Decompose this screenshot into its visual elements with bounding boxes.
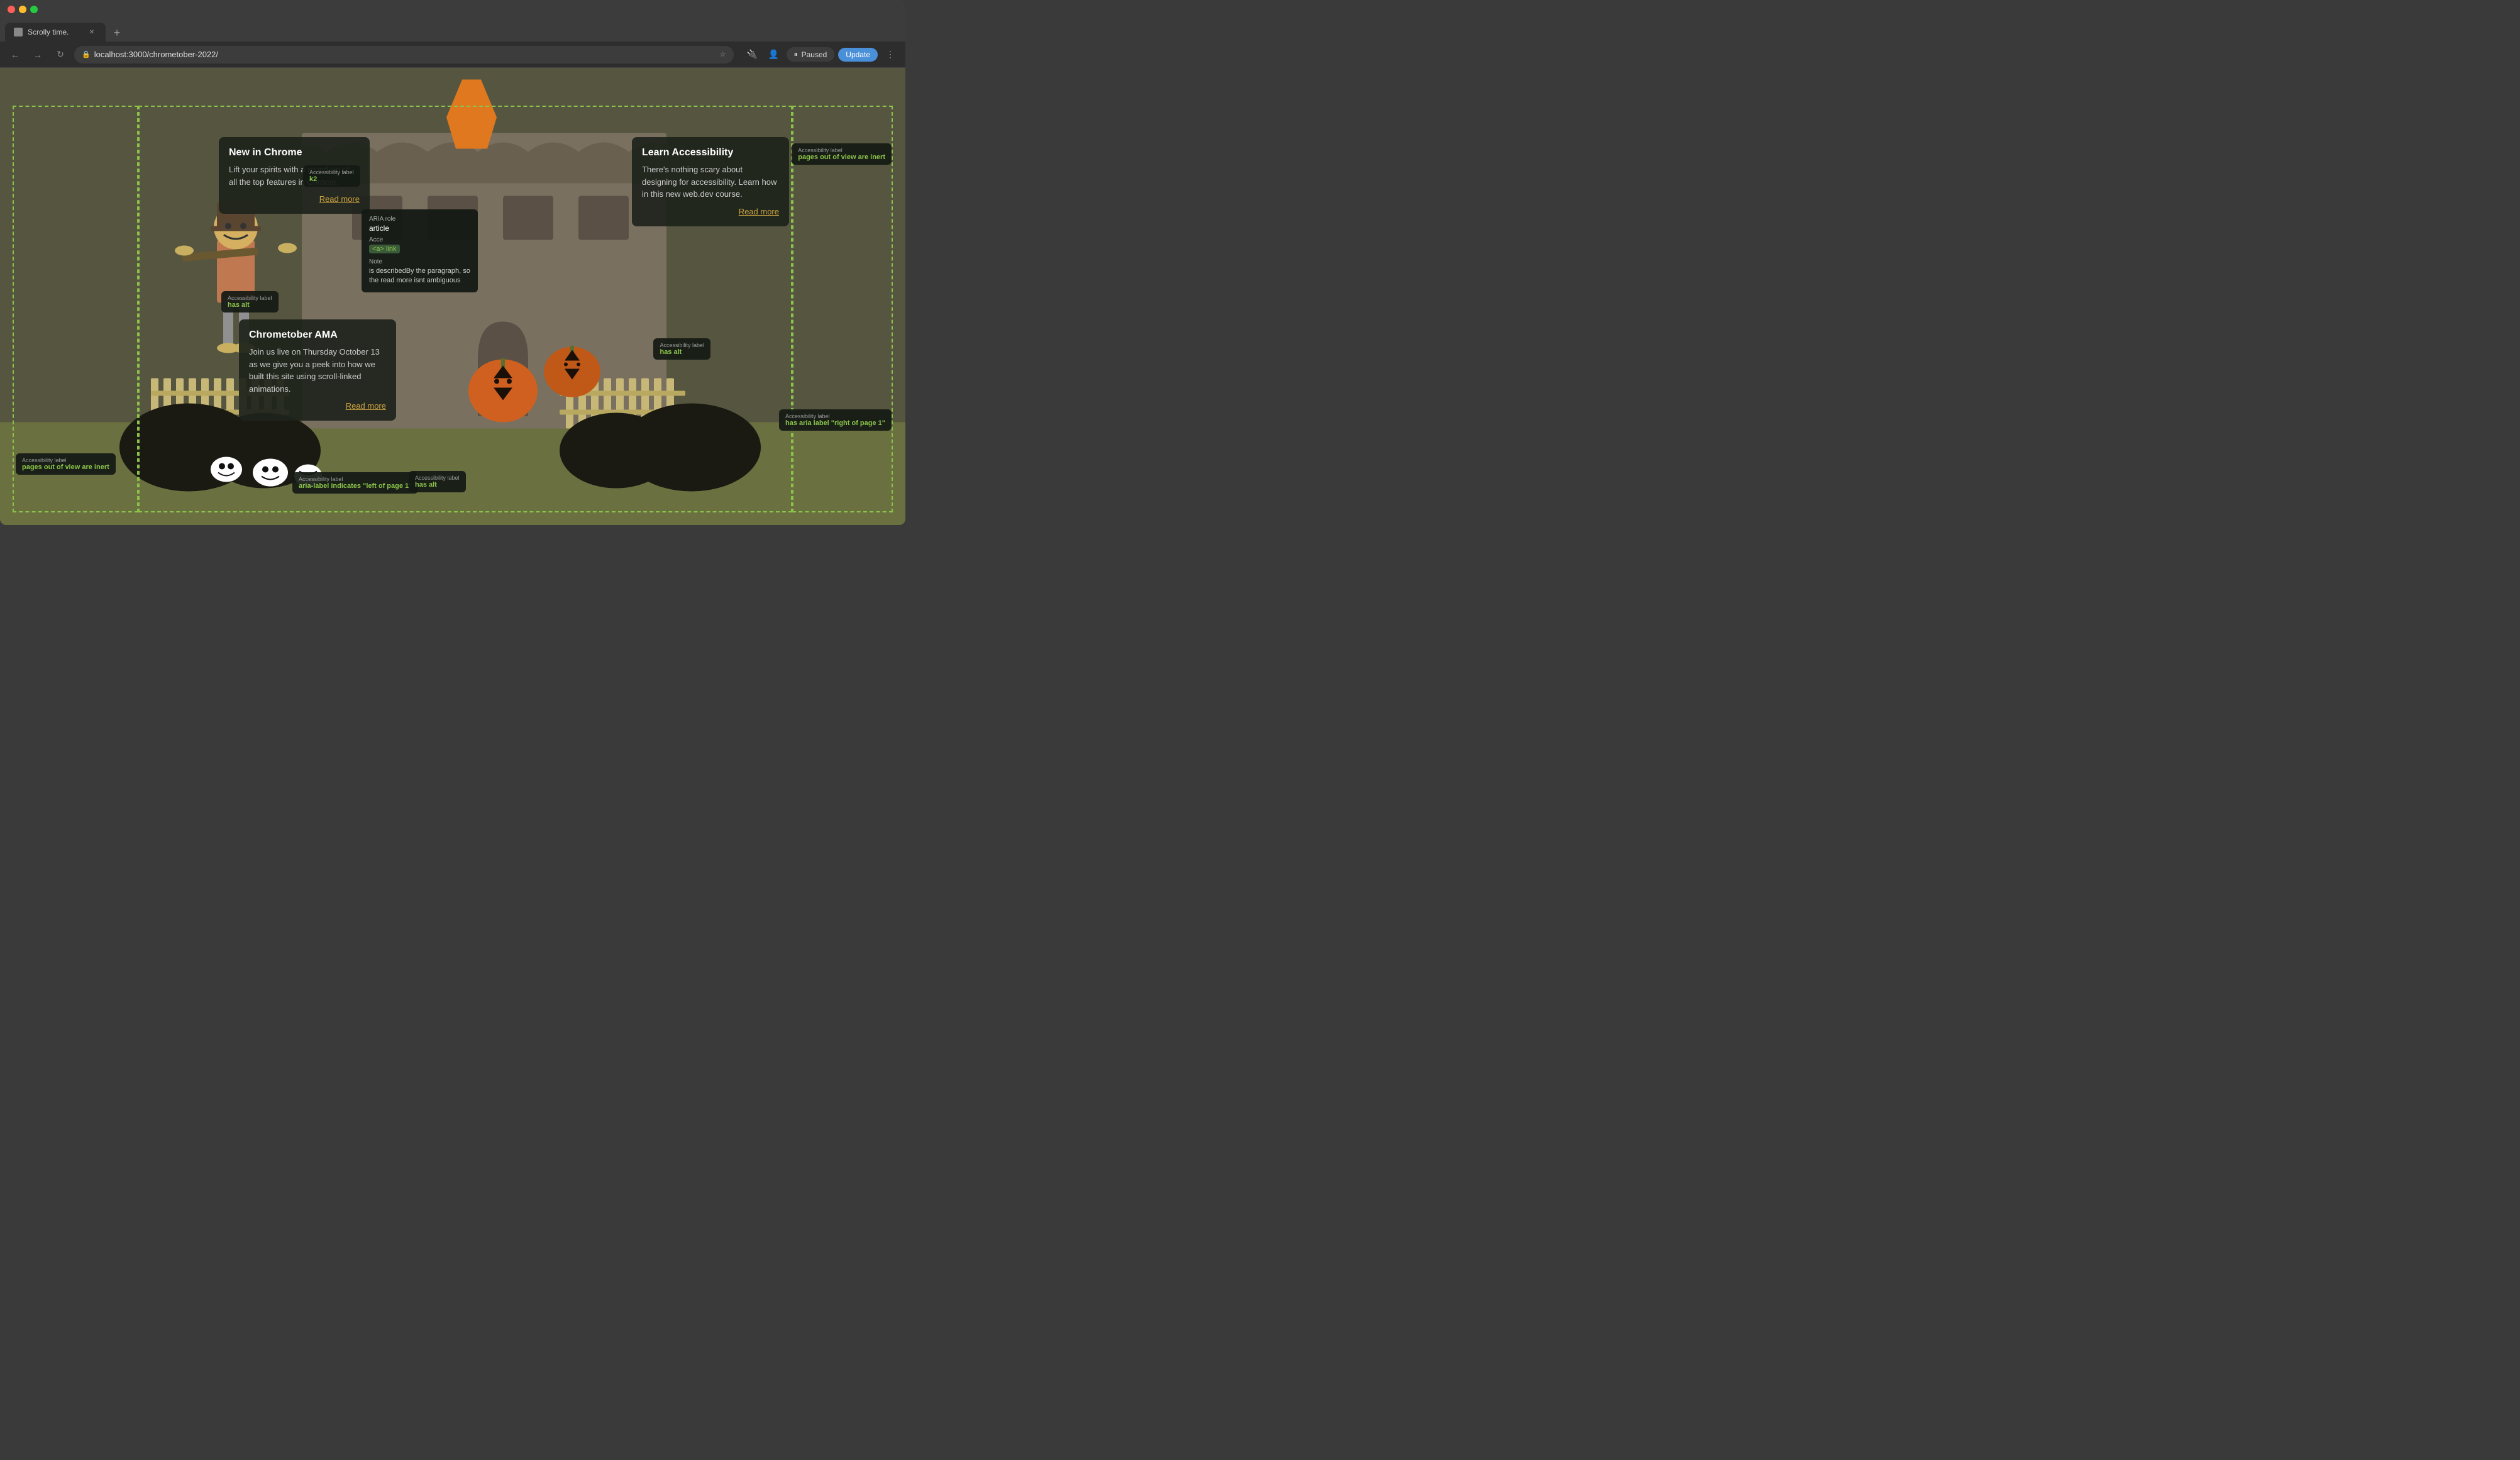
acc-label-ghost-value: has alt [415,481,460,489]
acc-label-alt-label: Accessibility label [228,295,272,301]
aria-role-label: ARIA role [369,216,470,223]
tab-title: Scrolly time. [28,28,82,36]
acce-label-section: Acce <a> link [369,236,470,256]
acc-label-aria-left-value: aria-label indicates "left of page 1" [299,482,412,490]
acce-label: Acce [369,236,470,243]
acc-label-pages-left-value: pages out of view are inert [22,463,109,471]
acc-badge-aria-left: Accessibility label aria-label indicates… [292,472,418,494]
paused-label: Paused [802,50,827,59]
note-label: Note [369,258,470,265]
profile-icon[interactable]: 👤 [765,46,783,64]
acc-label-k2-label: Accessibility label [309,169,354,175]
browser-window: Scrolly time. ✕ + ← → ↻ 🔒 localhost:3000… [0,0,905,525]
refresh-button[interactable]: ↻ [52,46,69,64]
article-chrometober-ama-read-more[interactable]: Read more [249,401,386,411]
acc-label-aria-left-label: Accessibility label [299,476,412,482]
acc-label-k2-value: k2 [309,175,354,183]
browser-actions: 🔌 👤 ⏸ Paused Update ⋮ [744,46,899,64]
acc-label-pages-left-label: Accessibility label [22,457,109,463]
note-text: is describedBy the paragraph, so the rea… [369,267,470,286]
update-button[interactable]: Update [838,48,878,62]
acc-badge-k2: Accessibility label k2 [303,165,360,187]
update-label: Update [846,50,870,59]
content-area: New in Chrome Lift your spirits with a r… [0,68,905,525]
article-new-in-chrome-read-more[interactable]: Read more [229,194,360,204]
article-learn-accessibility-title: Learn Accessibility [642,147,779,158]
acc-badge-aria-right: Accessibility label has aria label "righ… [779,409,892,431]
active-tab[interactable]: Scrolly time. ✕ [5,23,106,41]
close-traffic-light[interactable] [8,6,15,13]
article-new-in-chrome-title: New in Chrome [229,147,360,158]
article-learn-accessibility: Learn Accessibility There's nothing scar… [632,137,789,226]
acc-badge-pages-left: Accessibility label pages out of view ar… [16,453,116,475]
menu-icon[interactable]: ⋮ [881,46,899,64]
acc-label-alt2-label: Accessibility label [660,342,704,348]
new-tab-button[interactable]: + [108,24,126,41]
acc-label-ghost-label: Accessibility label [415,475,460,481]
back-button[interactable]: ← [6,46,24,64]
acc-outline-left [13,106,138,512]
article-chrometober-ama: Chrometober AMA Join us live on Thursday… [239,319,396,421]
maximize-traffic-light[interactable] [30,6,38,13]
star-icon: ☆ [720,50,726,58]
acc-label-pages-right-label: Accessibility label [798,147,885,153]
article-chrometober-ama-body: Join us live on Thursday October 13 as w… [249,346,386,395]
article-learn-accessibility-read-more[interactable]: Read more [642,207,779,216]
acc-label-alt2-value: has alt [660,348,704,356]
minimize-traffic-light[interactable] [19,6,26,13]
paused-button[interactable]: ⏸ Paused [787,47,835,62]
lock-icon: 🔒 [82,50,91,58]
acc-badge-pages-right: Accessibility label pages out of view ar… [792,143,892,165]
acc-outline-right [792,106,893,512]
tab-favicon [14,28,23,36]
acc-badge-scarecrow-alt: Accessibility label has alt [221,291,279,312]
extension-icon[interactable]: 🔌 [744,46,761,64]
forward-button[interactable]: → [29,46,47,64]
url-text: localhost:3000/chrometober-2022/ [94,50,716,59]
acc-label-aria-right-value: has aria label "right of page 1" [785,419,885,427]
tab-close-button[interactable]: ✕ [87,27,97,37]
acc-label-alt-value: has alt [228,301,272,309]
address-bar: ← → ↻ 🔒 localhost:3000/chrometober-2022/… [0,41,905,68]
acc-label-aria-right-label: Accessibility label [785,413,885,419]
url-bar[interactable]: 🔒 localhost:3000/chrometober-2022/ ☆ [74,46,734,64]
article-learn-accessibility-body: There's nothing scary about designing fo… [642,163,779,201]
acce-tag: <a> link [369,245,400,253]
pause-icon: ⏸ [794,50,798,59]
aria-role-value: article [369,224,470,233]
aria-tooltip: ARIA role article Acce <a> link Note is … [362,209,478,292]
title-bar [0,0,905,19]
article-chrometober-ama-title: Chrometober AMA [249,329,386,341]
acc-badge-ghost-alt: Accessibility label has alt [409,471,466,492]
acc-label-pages-right-value: pages out of view are inert [798,153,885,161]
tab-bar: Scrolly time. ✕ + [0,19,905,41]
acc-badge-pumpkin-alt: Accessibility label has alt [653,338,710,360]
